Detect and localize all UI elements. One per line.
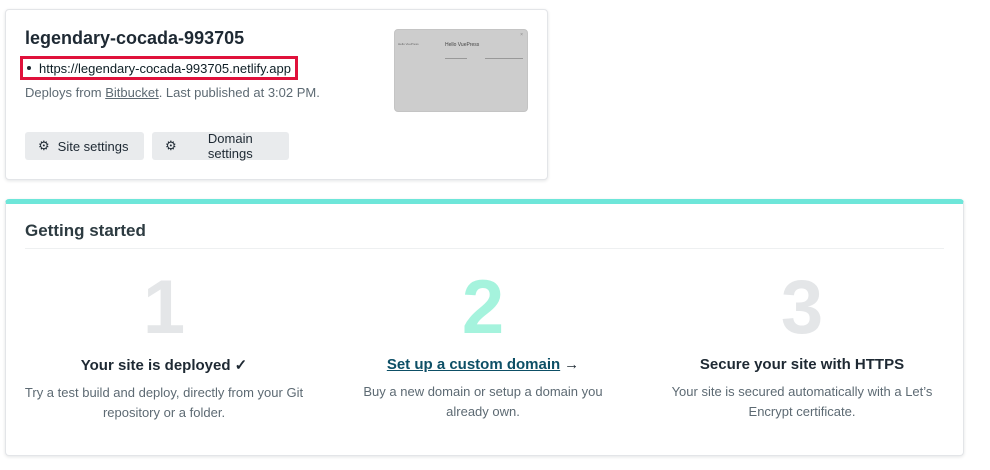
step-custom-domain: 2 Set up a custom domain → Buy a new doma… (333, 267, 633, 422)
thumbnail-text-line (485, 58, 523, 59)
step-number: 1 (142, 265, 186, 350)
site-name: legendary-cocada-993705 (25, 28, 245, 48)
deploy-info: Deploys from Bitbucket. Last published a… (25, 85, 320, 100)
thumbnail-text-line (445, 58, 467, 59)
deploy-provider-link[interactable]: Bitbucket (105, 85, 158, 100)
thumbnail-brand: Hello VuePress (398, 42, 419, 46)
domain-settings-button[interactable]: ⚙ Domain settings (152, 131, 289, 161)
step-heading: Set up a custom domain → (333, 356, 633, 373)
step-heading: Your site is deployed ✓ (80, 357, 248, 374)
close-icon: × (520, 32, 523, 38)
step-deployed: 1 Your site is deployed ✓ Try a test bui… (14, 267, 314, 423)
arrow-right-icon: → (564, 356, 580, 373)
site-preview-thumbnail[interactable]: Hello VuePress Hello VuePress × (394, 29, 528, 112)
thumbnail-title: Hello VuePress (445, 42, 480, 48)
deploy-suffix: . Last published at 3:02 PM. (158, 85, 320, 100)
step-description: Your site is secured automatically with … (671, 384, 933, 419)
divider (25, 248, 944, 249)
getting-started-card: Getting started 1 Your site is deployed … (5, 199, 964, 456)
step-description: Buy a new domain or setup a domain you a… (363, 384, 603, 419)
custom-domain-link[interactable]: Set up a custom domain (387, 356, 560, 373)
site-settings-label: Site settings (57, 138, 129, 154)
step-number: 2 (461, 265, 505, 350)
bullet-icon (27, 66, 31, 70)
gear-icon: ⚙ (38, 138, 50, 153)
step-heading: Secure your site with HTTPS (699, 356, 905, 373)
site-url-highlight: https://legendary-cocada-993705.netlify.… (20, 56, 298, 80)
domain-settings-label: Domain settings (207, 131, 253, 161)
deploy-prefix: Deploys from (25, 85, 106, 100)
step-https: 3 Secure your site with HTTPS Your site … (652, 267, 952, 422)
site-url-link[interactable]: https://legendary-cocada-993705.netlify.… (39, 61, 291, 76)
site-overview-card: legendary-cocada-993705 https://legendar… (5, 9, 548, 180)
gear-icon: ⚙ (165, 138, 177, 153)
getting-started-title: Getting started (25, 221, 146, 240)
step-number: 3 (780, 265, 824, 350)
site-settings-button[interactable]: ⚙ Site settings (25, 132, 144, 160)
step-description: Try a test build and deploy, directly fr… (24, 385, 304, 420)
